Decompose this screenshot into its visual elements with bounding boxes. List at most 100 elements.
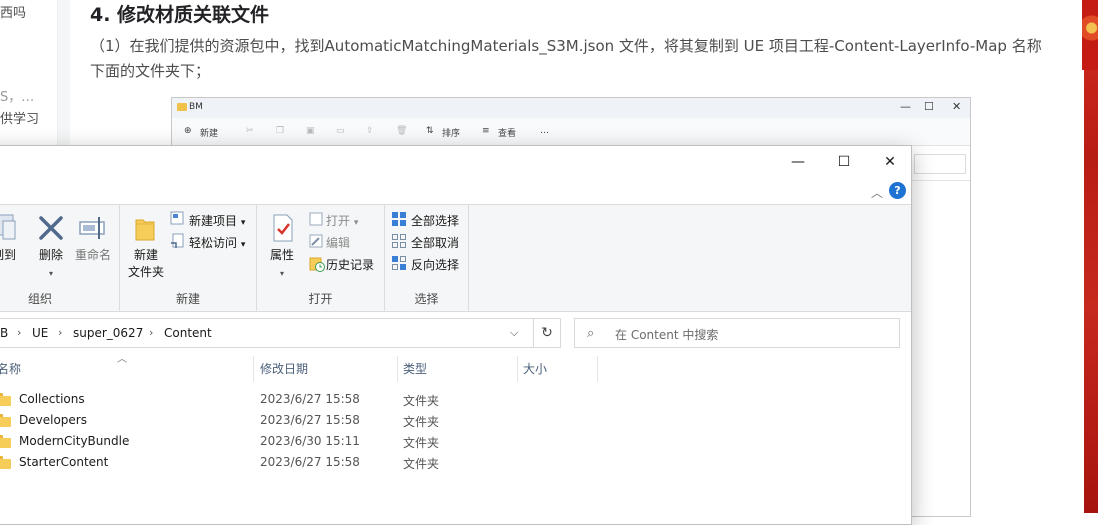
file-type: 文件夹 bbox=[403, 436, 440, 450]
new-item-button[interactable]: 新建项目 ▾ bbox=[189, 212, 245, 229]
refresh-button[interactable]: ↻ bbox=[533, 318, 561, 348]
bg-titlebar: BM — ☐ ✕ bbox=[172, 98, 970, 118]
column-divider[interactable] bbox=[517, 356, 518, 382]
copy-to-button[interactable]: 制到 bbox=[0, 247, 17, 264]
breadcrumb-item[interactable]: super_0627 bbox=[73, 326, 143, 340]
column-header-date[interactable]: 修改日期 bbox=[260, 360, 308, 377]
dropdown-caret-icon: ▾ bbox=[240, 218, 246, 228]
breadcrumb-item[interactable]: Content bbox=[164, 326, 212, 340]
bg-sort-icon: ⇅ bbox=[426, 126, 434, 136]
delete-x-icon bbox=[39, 216, 63, 240]
ribbon-group-open: 属性 ▾ 打开 ▾ 编辑 历史记录 打开 bbox=[257, 205, 385, 311]
chevron-right-icon[interactable]: › bbox=[149, 326, 153, 339]
search-input[interactable]: ⌕ 在 Content 中搜索 bbox=[574, 318, 900, 348]
file-row[interactable]: StarterContent 2023/6/27 15:58 文件夹 bbox=[0, 452, 911, 473]
delete-button[interactable]: 删除 ▾ bbox=[33, 247, 69, 282]
collapse-ribbon-icon[interactable]: ︿ bbox=[871, 184, 883, 201]
ribbon-tabs-row: ︿ ? bbox=[0, 178, 911, 204]
bg-window-title: BM bbox=[189, 102, 203, 112]
folder-icon bbox=[177, 103, 187, 111]
new-folder-icon bbox=[135, 219, 155, 241]
chevron-right-icon[interactable]: › bbox=[17, 326, 21, 339]
invert-selection-button[interactable]: 反向选择 bbox=[411, 256, 459, 273]
minimize-button[interactable]: — bbox=[775, 146, 821, 178]
bg-maximize-icon: ☐ bbox=[924, 100, 934, 113]
properties-icon bbox=[273, 214, 293, 242]
history-icon bbox=[309, 257, 325, 272]
select-none-icon bbox=[392, 234, 406, 248]
right-ad-strip[interactable] bbox=[1076, 0, 1098, 513]
file-type: 文件夹 bbox=[403, 394, 440, 408]
ribbon-group-new: 新建 文件夹 新建项目 ▾ 轻松访问 ▾ 新建 bbox=[120, 205, 257, 311]
bg-cmd-view: 查看 bbox=[498, 129, 517, 139]
sidebar-snippet[interactable]: 西吗 bbox=[0, 2, 26, 21]
bg-close-icon: ✕ bbox=[952, 100, 962, 113]
close-button[interactable]: ✕ bbox=[867, 146, 913, 178]
select-none-button[interactable]: 全部取消 bbox=[411, 234, 459, 251]
edit-icon bbox=[309, 234, 323, 248]
search-placeholder: 在 Content 中搜索 bbox=[615, 328, 719, 342]
properties-button[interactable]: 属性 ▾ bbox=[263, 247, 301, 282]
address-bar[interactable]: B › UE › super_0627 › Content ⌵ bbox=[0, 318, 561, 348]
ad-banner-art bbox=[1082, 0, 1098, 70]
maximize-button[interactable]: ☐ bbox=[821, 146, 867, 178]
ribbon: 制到 删除 ▾ 重命名 组织 新建 文件夹 bbox=[0, 204, 911, 312]
folder-icon bbox=[0, 414, 11, 427]
ribbon-group-select: 全部选择 全部取消 反向选择 选择 bbox=[385, 205, 469, 311]
file-date: 2023/6/27 15:58 bbox=[260, 413, 360, 427]
column-header-type[interactable]: 类型 bbox=[403, 360, 427, 377]
group-label-select: 选择 bbox=[414, 292, 439, 306]
file-row[interactable]: Collections 2023/6/27 15:58 文件夹 bbox=[0, 389, 911, 410]
sidebar-snippet[interactable]: 供学习 bbox=[0, 108, 39, 127]
file-explorer-window: — ☐ ✕ ︿ ? 制到 删除 ▾ 重命名 bbox=[0, 145, 912, 525]
group-label-new: 新建 bbox=[175, 292, 200, 306]
bg-rename-icon: ▭ bbox=[336, 126, 345, 136]
refresh-icon: ↻ bbox=[541, 325, 553, 341]
bg-delete-icon: 🗑 bbox=[396, 126, 408, 136]
bg-view-icon: ≡ bbox=[482, 126, 490, 136]
easy-access-label: 轻松访问 bbox=[189, 236, 238, 250]
chevron-right-icon[interactable]: › bbox=[58, 326, 62, 339]
chevron-down-icon[interactable]: ⌵ bbox=[510, 326, 518, 340]
edit-button[interactable]: 编辑 bbox=[326, 234, 350, 251]
column-divider[interactable] bbox=[597, 356, 598, 382]
breadcrumb-item[interactable]: UE bbox=[32, 326, 48, 340]
group-label-open: 打开 bbox=[308, 292, 333, 306]
bg-search-box bbox=[914, 154, 966, 174]
column-divider[interactable] bbox=[253, 356, 254, 382]
new-item-label: 新建项目 bbox=[189, 214, 238, 228]
bg-minimize-icon: — bbox=[900, 100, 911, 113]
help-icon[interactable]: ? bbox=[889, 182, 906, 199]
file-type: 文件夹 bbox=[403, 415, 440, 429]
open-button[interactable]: 打开 ▾ bbox=[326, 212, 358, 229]
properties-label: 属性 bbox=[269, 248, 294, 262]
search-icon: ⌕ bbox=[587, 326, 595, 341]
dropdown-caret-icon: ▾ bbox=[240, 240, 246, 250]
column-header-size[interactable]: 大小 bbox=[523, 360, 547, 377]
file-name: Developers bbox=[19, 413, 87, 427]
file-name: Collections bbox=[19, 392, 85, 406]
select-all-button[interactable]: 全部选择 bbox=[411, 212, 459, 229]
open-label: 打开 bbox=[326, 214, 351, 228]
file-row[interactable]: ModernCityBundle 2023/6/30 15:11 文件夹 bbox=[0, 431, 911, 452]
file-row[interactable]: Developers 2023/6/27 15:58 文件夹 bbox=[0, 410, 911, 431]
folder-icon bbox=[0, 456, 11, 469]
file-date: 2023/6/27 15:58 bbox=[260, 455, 360, 469]
ad-banner[interactable] bbox=[1084, 0, 1098, 513]
sidebar-snippet[interactable]: S，… bbox=[0, 86, 34, 105]
history-button[interactable]: 历史记录 bbox=[326, 256, 374, 273]
column-header-name[interactable]: 名称 bbox=[0, 360, 21, 377]
folder-icon bbox=[0, 435, 11, 448]
invert-selection-icon bbox=[392, 256, 406, 270]
easy-access-button[interactable]: 轻松访问 ▾ bbox=[189, 234, 245, 251]
new-folder-button[interactable]: 新建 文件夹 bbox=[124, 247, 168, 281]
window-titlebar[interactable]: — ☐ ✕ bbox=[0, 146, 911, 178]
sort-ascending-icon: ︿ bbox=[117, 354, 127, 365]
file-name: StarterContent bbox=[19, 455, 109, 469]
rename-button[interactable]: 重命名 bbox=[71, 247, 115, 264]
column-divider[interactable] bbox=[397, 356, 398, 382]
bg-cut-icon: ✂ bbox=[246, 126, 254, 136]
breadcrumb-item[interactable]: B bbox=[0, 326, 8, 340]
bg-paste-icon: ▣ bbox=[306, 126, 315, 136]
select-all-icon bbox=[392, 212, 406, 226]
